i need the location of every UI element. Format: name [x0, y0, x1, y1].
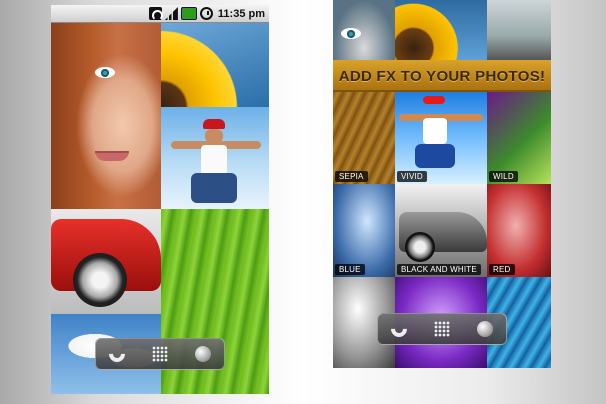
browser-icon: [194, 346, 211, 362]
status-bar: 11:35 pm: [51, 5, 269, 23]
car-wheel: [73, 253, 127, 307]
signal-icon: [164, 7, 178, 20]
phone-icon: [388, 317, 411, 341]
eye-decoration: [95, 67, 115, 78]
filter-label: RED: [489, 264, 515, 275]
filter-wild[interactable]: WILD: [487, 92, 551, 184]
eye-decoration: [341, 28, 361, 39]
browser-button[interactable]: [470, 316, 500, 342]
filter-label: SEPIA: [335, 171, 368, 182]
filter-label: BLACK AND WHITE: [397, 264, 481, 275]
skater-shirt: [423, 118, 447, 144]
car-wheel: [405, 232, 435, 262]
browser-button[interactable]: [188, 341, 218, 367]
app-grid-icon: [433, 321, 450, 337]
battery-icon: [180, 7, 197, 20]
phone-screen-home: 11:35 pm: [51, 5, 269, 394]
phone-screen-fx: ADD FX TO YOUR PHOTOS! SEPIA VIVID WILD …: [333, 0, 551, 368]
photo-sunflower[interactable]: [161, 23, 269, 107]
skater-shirt: [201, 145, 227, 175]
dock: [377, 313, 507, 345]
red-cap: [203, 119, 225, 129]
dialer-button[interactable]: [384, 316, 414, 342]
red-cap: [423, 96, 445, 104]
photo-sunflower[interactable]: [395, 0, 487, 60]
photo-truck[interactable]: [487, 0, 551, 60]
filter-label: BLUE: [335, 264, 365, 275]
app-drawer-button[interactable]: [145, 341, 175, 367]
filter-red[interactable]: RED: [487, 184, 551, 277]
filter-vivid[interactable]: VIVID: [395, 92, 487, 184]
skater-jeans: [415, 144, 455, 168]
promo-banner[interactable]: ADD FX TO YOUR PHOTOS!: [333, 60, 551, 92]
phone-icon: [106, 342, 129, 366]
filter-blue[interactable]: BLUE: [333, 184, 395, 277]
browser-icon: [476, 321, 493, 337]
dialer-button[interactable]: [102, 341, 132, 367]
wifi-icon: [148, 7, 163, 21]
alarm-icon: [199, 7, 213, 20]
skater-jeans: [191, 173, 237, 203]
mouth-decoration: [95, 151, 129, 161]
filter-sepia[interactable]: SEPIA: [333, 92, 395, 184]
dock: [95, 338, 225, 370]
photo-skateboarder[interactable]: [161, 107, 269, 209]
photo-face-teal[interactable]: [333, 0, 395, 60]
banner-text: ADD FX TO YOUR PHOTOS!: [338, 67, 546, 85]
filter-label: WILD: [489, 171, 518, 182]
photo-woman-face[interactable]: [51, 23, 161, 209]
photo-red-car[interactable]: [51, 209, 161, 314]
status-time: 11:35 pm: [217, 7, 265, 20]
app-grid-icon: [151, 346, 168, 362]
filter-label: VIVID: [397, 171, 427, 182]
filter-black-and-white[interactable]: BLACK AND WHITE: [395, 184, 487, 277]
app-drawer-button[interactable]: [427, 316, 457, 342]
